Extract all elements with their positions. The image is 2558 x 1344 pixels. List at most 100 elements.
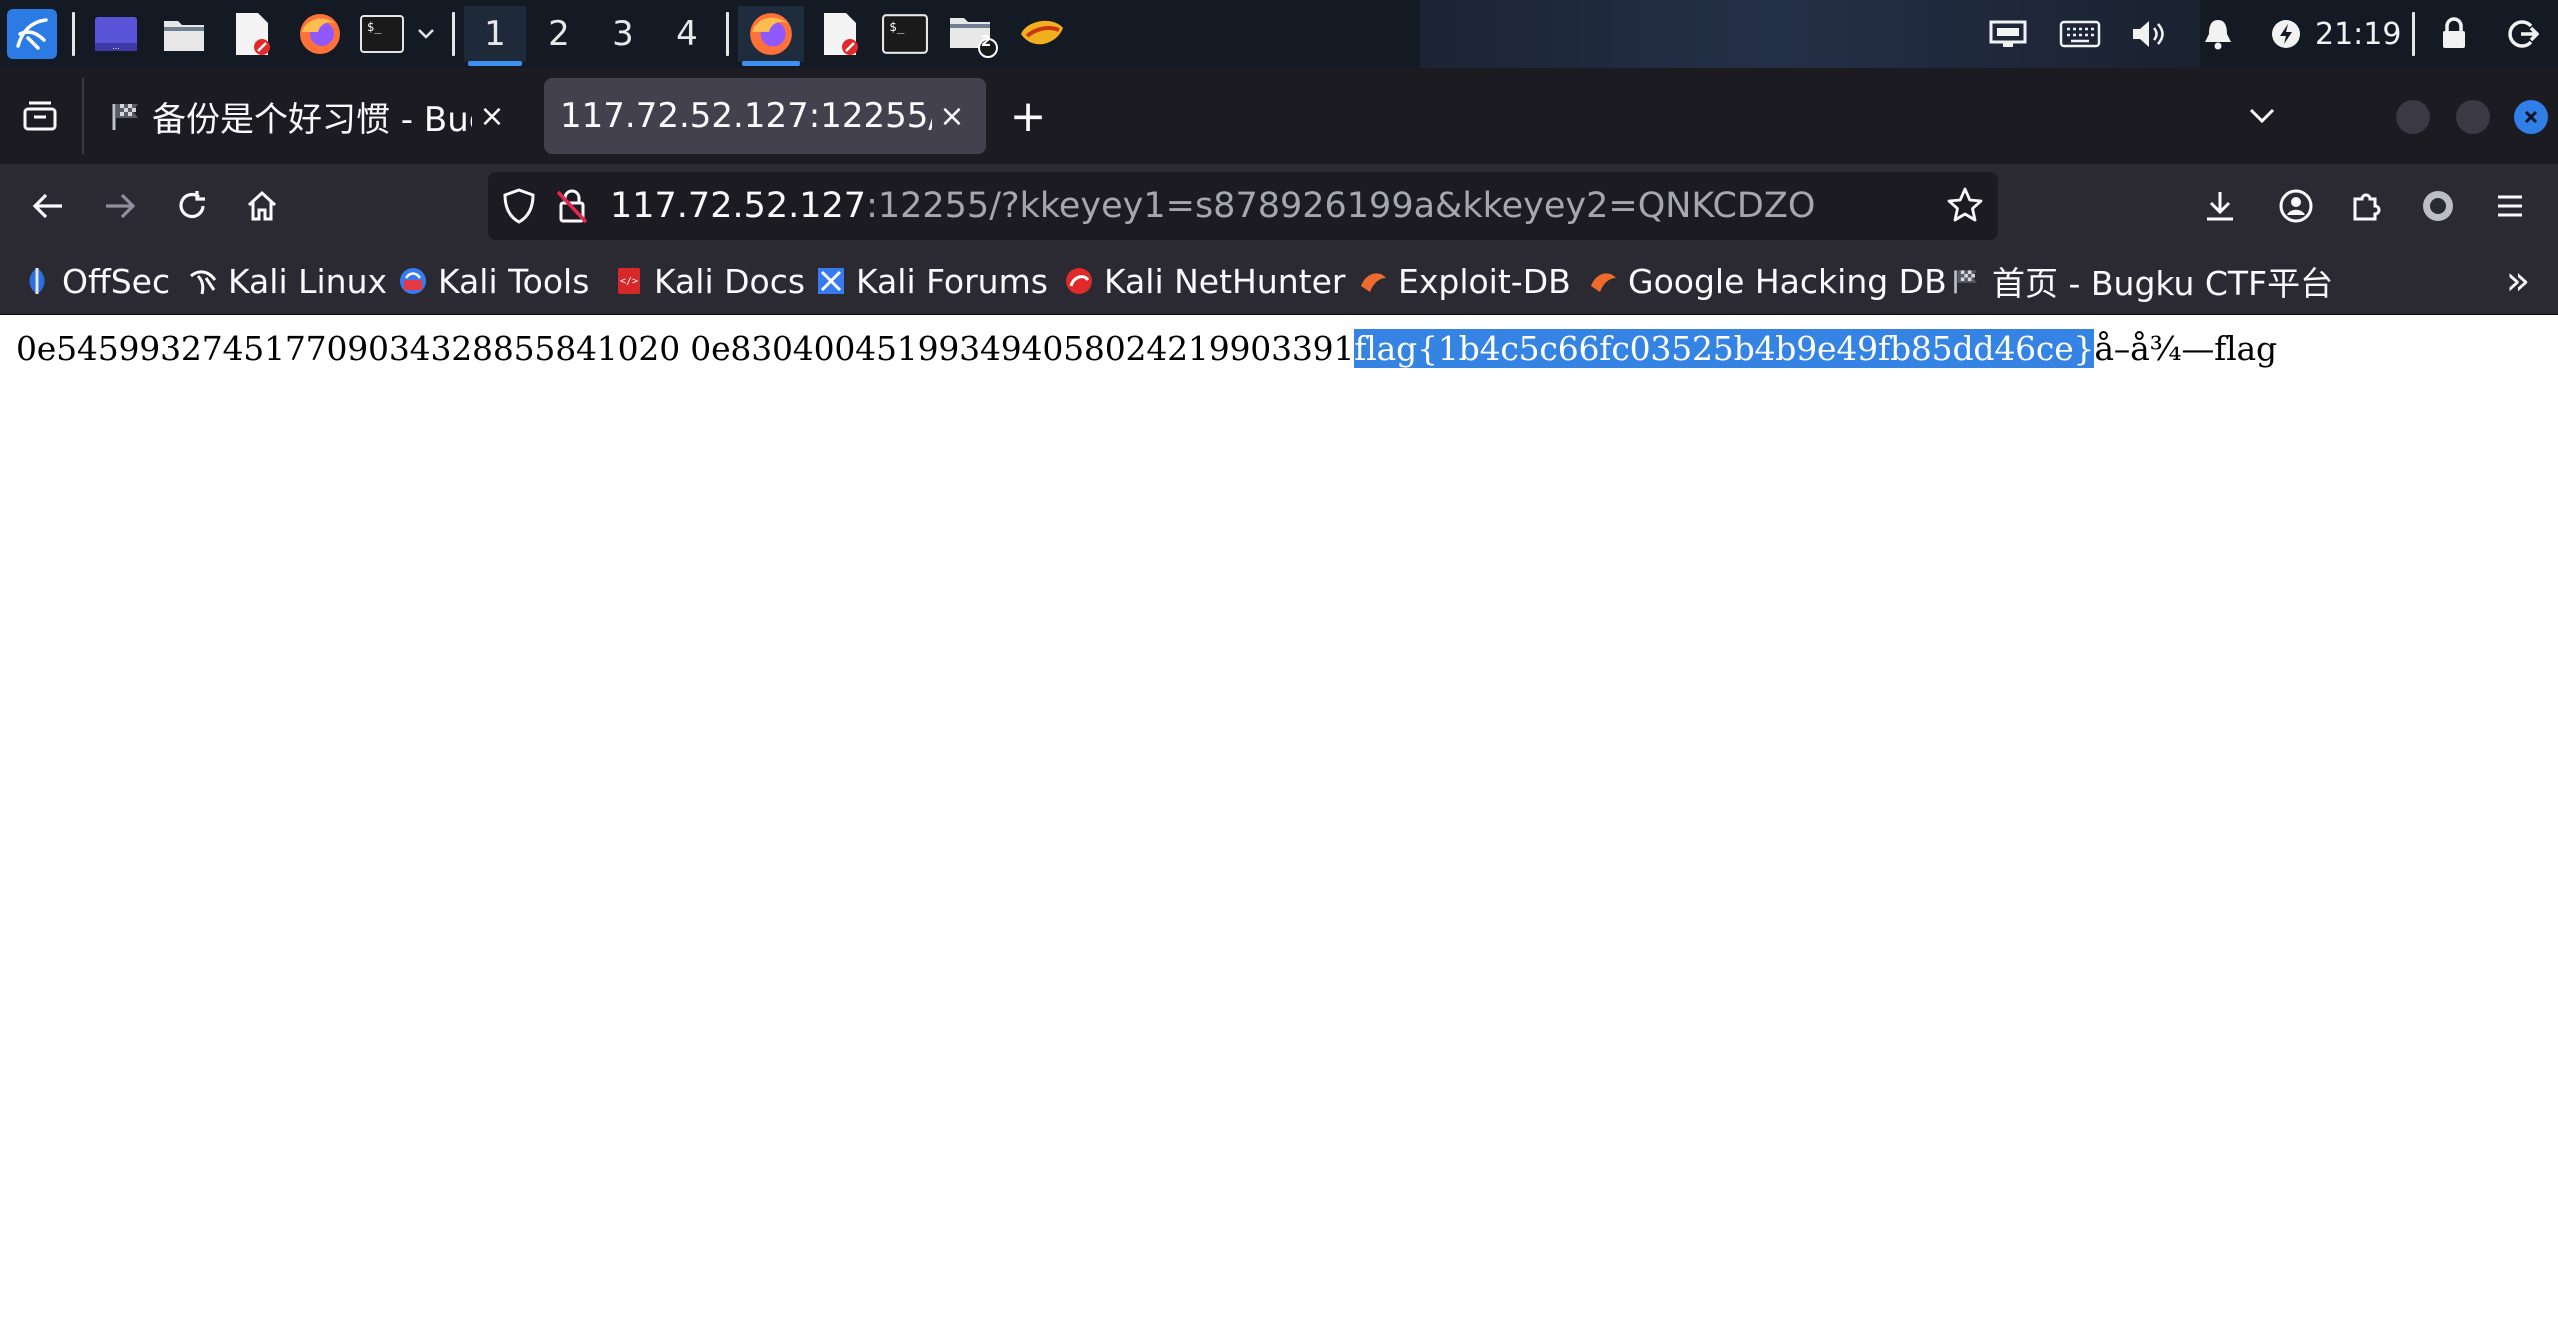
bookmark-label: OffSec bbox=[62, 261, 171, 301]
new-tab-button[interactable]: + bbox=[1000, 88, 1056, 144]
bookmark-kali-tools[interactable]: Kali Tools bbox=[398, 256, 589, 306]
home-button[interactable] bbox=[232, 176, 292, 236]
workspace-label: 2 bbox=[548, 14, 570, 54]
tab-title: 备份是个好习惯 - Bugku CTF bbox=[152, 99, 472, 140]
bookmark-kali-forums[interactable]: Kali Forums bbox=[816, 256, 1048, 306]
tab-bugku[interactable]: 备份是个好习惯 - Bugku CTF × bbox=[96, 78, 526, 154]
text-editor-icon bbox=[824, 13, 858, 55]
bookmark-star-icon[interactable] bbox=[1946, 186, 1984, 228]
lock-icon[interactable] bbox=[2432, 10, 2476, 58]
clock[interactable]: 21:19 bbox=[2315, 8, 2401, 60]
account-button[interactable] bbox=[2266, 176, 2326, 236]
bookmark-kali-docs[interactable]: </> Kali Docs bbox=[614, 256, 805, 306]
workspace-1[interactable]: 1 bbox=[464, 6, 526, 66]
response-text[interactable]: 0e545993274517709034328855841020 0e83040… bbox=[16, 329, 2277, 368]
url-host: 117.72.52.127 bbox=[610, 186, 867, 226]
svg-text:$_: $_ bbox=[889, 19, 905, 34]
back-button[interactable] bbox=[18, 176, 78, 236]
ghdb-icon bbox=[1588, 266, 1618, 296]
menu-button[interactable] bbox=[2480, 176, 2540, 236]
hamburger-icon bbox=[2498, 195, 2522, 217]
file-manager-icon[interactable] bbox=[158, 6, 210, 62]
bookmark-label: Kali Tools bbox=[438, 261, 590, 301]
bookmarks-overflow-button[interactable]: » bbox=[2498, 256, 2538, 306]
forward-button[interactable] bbox=[90, 176, 150, 236]
flag-icon bbox=[1952, 266, 1982, 296]
window-terminal[interactable]: $_ bbox=[876, 6, 934, 62]
window-file-manager[interactable]: 2 bbox=[944, 6, 1002, 62]
window-count-badge: 2 bbox=[980, 32, 992, 50]
circle-extension-icon bbox=[2423, 191, 2453, 221]
extensions-button[interactable] bbox=[2336, 176, 2396, 236]
reload-button[interactable] bbox=[162, 176, 222, 236]
kali-menu-icon[interactable] bbox=[4, 6, 60, 62]
extension-button[interactable] bbox=[2408, 176, 2468, 236]
close-window-button[interactable] bbox=[2514, 100, 2548, 134]
nethunter-icon bbox=[1064, 266, 1094, 296]
url-bar[interactable]: 117.72.52.127:12255/?kkeyey1=s878926199a… bbox=[488, 172, 1998, 240]
volume-icon[interactable] bbox=[2124, 10, 2172, 58]
puzzle-icon bbox=[2353, 193, 2381, 221]
shield-icon[interactable] bbox=[502, 188, 536, 228]
bookmark-google-hacking-db[interactable]: Google Hacking DB bbox=[1588, 256, 1947, 306]
burpsuite-icon[interactable] bbox=[1012, 6, 1072, 62]
close-tab-button[interactable]: × bbox=[932, 96, 972, 136]
bookmark-exploit-db[interactable]: Exploit-DB bbox=[1358, 256, 1571, 306]
workspace-2[interactable]: 2 bbox=[528, 6, 590, 62]
power-icon[interactable] bbox=[2262, 10, 2310, 58]
back-arrow-icon bbox=[32, 193, 62, 219]
kali-forums-icon bbox=[816, 266, 846, 296]
kali-docs-icon: </> bbox=[614, 266, 644, 296]
workspace-label: 1 bbox=[484, 14, 506, 54]
account-icon bbox=[2279, 189, 2313, 223]
bookmark-bugku[interactable]: 首页 - Bugku CTF平台 bbox=[1952, 256, 2333, 306]
workspace-4[interactable]: 4 bbox=[656, 6, 718, 62]
mojibake-suffix-text: å–å¾—flag bbox=[2094, 329, 2277, 368]
workspace-3[interactable]: 3 bbox=[592, 6, 654, 62]
text-editor-icon[interactable] bbox=[226, 6, 278, 62]
terminal-icon[interactable]: $_ bbox=[356, 6, 408, 62]
taskbar-separator bbox=[726, 12, 729, 56]
workspace-label: 4 bbox=[676, 14, 698, 54]
logout-icon[interactable] bbox=[2500, 10, 2544, 58]
svg-text:</>: </> bbox=[620, 276, 638, 287]
tab-overview-icon[interactable] bbox=[12, 90, 68, 142]
bookmark-offsec[interactable]: OffSec bbox=[22, 256, 170, 306]
url-path: :12255/?kkeyey1=s878926199a&kkeyey2=QNKC… bbox=[866, 186, 1816, 226]
firefox-icon bbox=[750, 13, 792, 55]
page-content: 0e545993274517709034328855841020 0e83040… bbox=[0, 315, 2558, 1344]
taskbar-separator bbox=[452, 12, 455, 56]
bookmark-kali-linux[interactable]: Kali Linux bbox=[188, 256, 387, 306]
taskbar: ... $_ 1 2 3 4 $_ 2 21:19 bbox=[0, 0, 2558, 68]
tab-current[interactable]: 117.72.52.127:12255/?kkeyey1=s878926199a… bbox=[544, 78, 986, 154]
bookmark-label: Kali Linux bbox=[228, 261, 388, 301]
minimize-button[interactable] bbox=[2396, 100, 2430, 134]
url-text[interactable]: 117.72.52.127:12255/?kkeyey1=s878926199a… bbox=[610, 172, 1815, 240]
maximize-button[interactable] bbox=[2456, 100, 2490, 134]
bookmark-label: 首页 - Bugku CTF平台 bbox=[1992, 264, 2334, 303]
flag-icon bbox=[110, 100, 152, 132]
taskbar-separator bbox=[72, 12, 75, 56]
close-tab-button[interactable]: × bbox=[472, 96, 512, 136]
tab-title: 117.72.52.127:12255/?kkeyey1=s878926199a… bbox=[560, 96, 932, 136]
list-all-tabs-icon[interactable] bbox=[2236, 90, 2288, 142]
insecure-lock-icon[interactable] bbox=[556, 188, 588, 228]
flag-selected-text[interactable]: flag{1b4c5c66fc03525b4b9e49fb85dd46ce} bbox=[1354, 329, 2095, 368]
kali-tools-icon bbox=[398, 266, 428, 296]
firefox-icon[interactable] bbox=[294, 6, 346, 62]
tab-divider bbox=[82, 78, 84, 154]
bell-icon[interactable] bbox=[2194, 10, 2242, 58]
offsec-icon bbox=[22, 266, 52, 296]
workspace-label: 3 bbox=[612, 14, 634, 54]
window-text-editor[interactable] bbox=[812, 6, 868, 62]
keyboard-icon[interactable] bbox=[2054, 10, 2106, 58]
downloads-button[interactable] bbox=[2190, 176, 2250, 236]
bookmarks-toolbar: OffSec Kali Linux Kali Tools </> Kali Do… bbox=[0, 248, 2558, 315]
display-icon[interactable] bbox=[1984, 10, 2032, 58]
reload-icon bbox=[179, 191, 205, 219]
desktop-icon[interactable]: ... bbox=[90, 6, 142, 62]
bookmark-label: Kali Docs bbox=[654, 261, 806, 301]
window-firefox[interactable] bbox=[738, 6, 804, 66]
chevron-down-icon[interactable] bbox=[410, 6, 442, 62]
bookmark-kali-nethunter[interactable]: Kali NetHunter bbox=[1064, 256, 1346, 306]
